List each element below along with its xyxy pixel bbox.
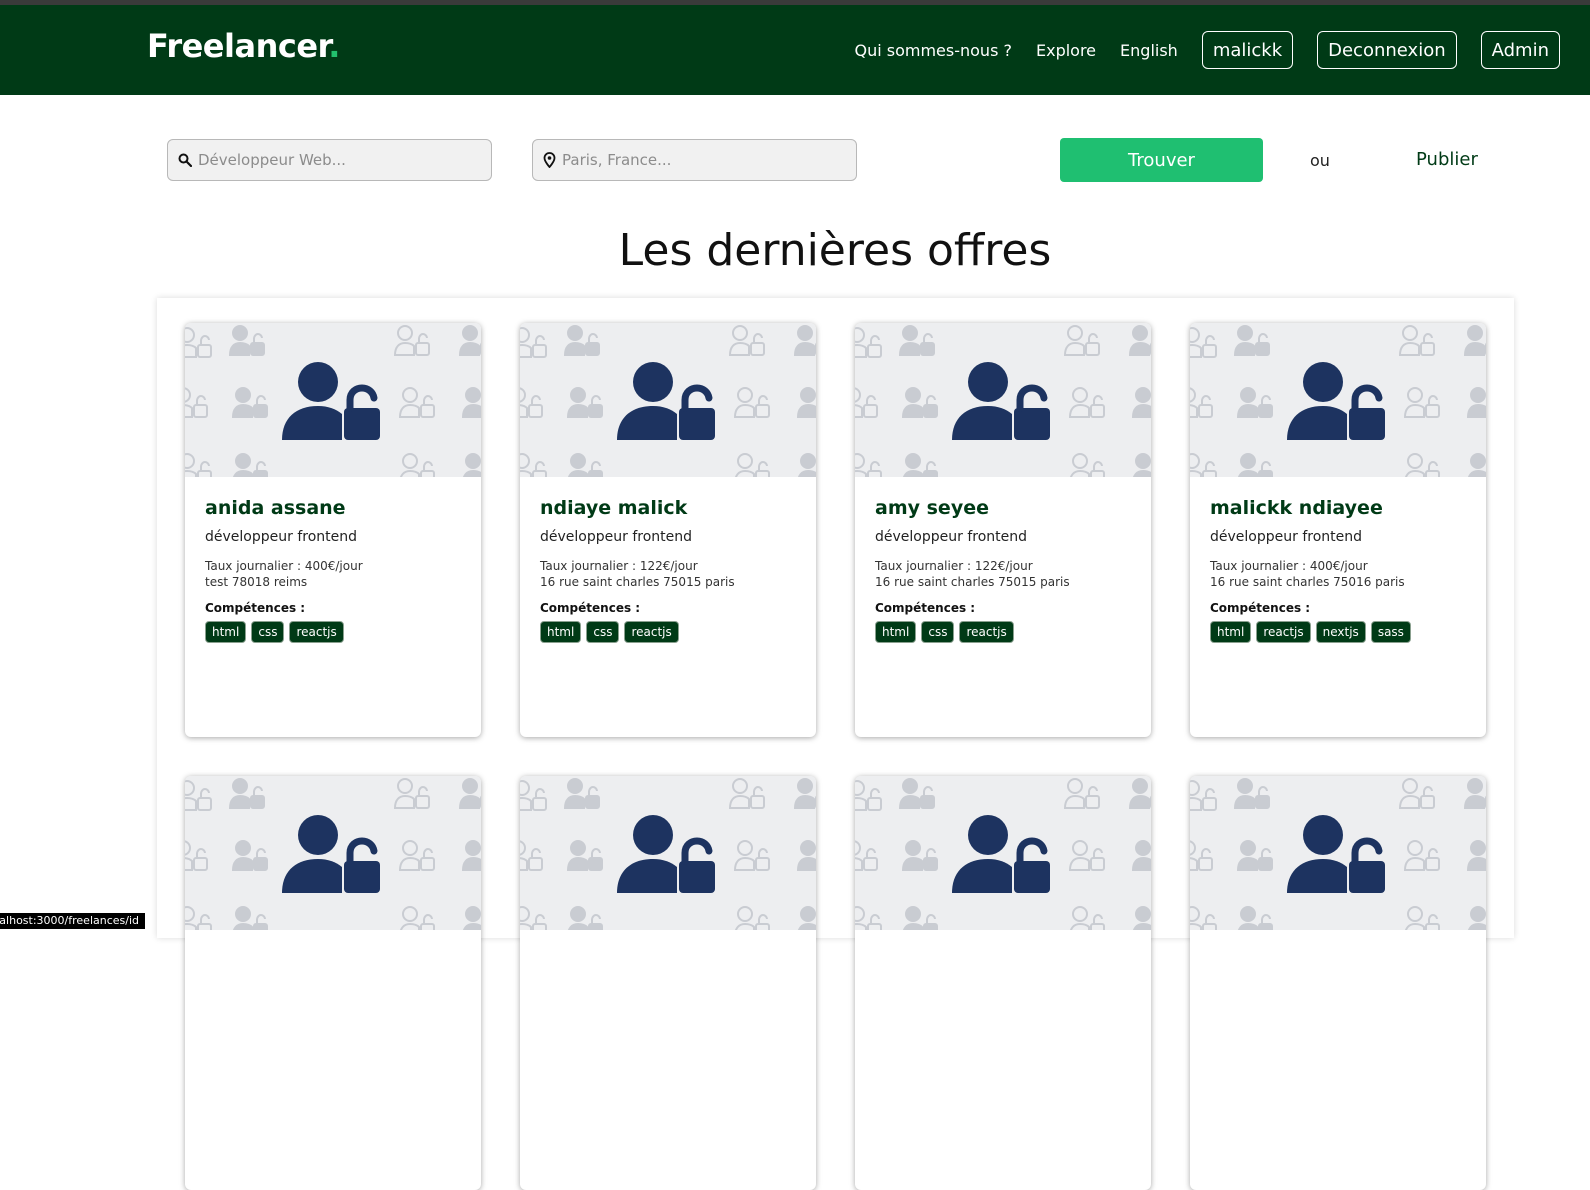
card-body: anida assane développeur frontend Taux j… — [185, 477, 481, 663]
card-body — [520, 930, 816, 984]
skill-tag: html — [1210, 621, 1251, 643]
card-image — [855, 776, 1151, 930]
nav-language-link[interactable]: English — [1120, 41, 1178, 60]
user-unlock-icon — [952, 813, 1052, 895]
user-button[interactable]: malickk — [1202, 31, 1293, 69]
publish-link[interactable]: Publier — [1416, 149, 1478, 170]
freelancer-card[interactable] — [1190, 776, 1486, 1190]
card-body: malickk ndiayee développeur frontend Tau… — [1190, 477, 1486, 663]
main-nav: Qui sommes-nous ? Explore English malick… — [830, 31, 1560, 69]
skill-tag: css — [586, 621, 619, 643]
daily-rate: Taux journalier : 400€/jour — [205, 559, 461, 573]
card-body: amy seyee développeur frontend Taux jour… — [855, 477, 1151, 663]
skill-tag: reactjs — [289, 621, 343, 643]
card-image — [185, 323, 481, 477]
card-image — [520, 323, 816, 477]
address: 16 rue saint charles 75015 paris — [540, 575, 796, 589]
address: 16 rue saint charles 75016 paris — [1210, 575, 1466, 589]
card-body: ndiaye malick développeur frontend Taux … — [520, 477, 816, 663]
job-search-input[interactable] — [198, 151, 478, 169]
user-unlock-icon — [1287, 813, 1387, 895]
card-body — [185, 930, 481, 984]
freelancer-card[interactable] — [855, 776, 1151, 1190]
admin-button[interactable]: Admin — [1481, 31, 1560, 69]
address: 16 rue saint charles 75015 paris — [875, 575, 1131, 589]
user-unlock-icon — [282, 813, 382, 895]
user-unlock-icon — [617, 813, 717, 895]
freelancer-role: développeur frontend — [205, 529, 461, 545]
user-unlock-icon — [282, 360, 382, 442]
skills-tags: htmlcssreactjs — [875, 621, 1131, 643]
freelancer-card[interactable] — [185, 776, 481, 1190]
logout-button[interactable]: Deconnexion — [1317, 31, 1457, 69]
page-title: Les dernières offres — [80, 225, 1590, 276]
location-pin-icon — [543, 152, 556, 168]
card-image — [1190, 323, 1486, 477]
freelancer-role: développeur frontend — [540, 529, 796, 545]
search-icon — [178, 153, 192, 167]
skill-tag: reactjs — [959, 621, 1013, 643]
skills-tags: htmlcssreactjs — [540, 621, 796, 643]
user-unlock-icon — [952, 360, 1052, 442]
card-image — [185, 776, 481, 930]
skills-label: Compétences : — [1210, 601, 1466, 615]
offers-grid: anida assane développeur frontend Taux j… — [185, 323, 1486, 1190]
skill-tag: reactjs — [624, 621, 678, 643]
freelancer-name: malickk ndiayee — [1210, 497, 1466, 519]
card-image — [520, 776, 816, 930]
top-navbar: Freelancer. Qui sommes-nous ? Explore En… — [0, 5, 1590, 95]
skill-tag: reactjs — [1256, 621, 1310, 643]
location-search-input[interactable] — [562, 151, 842, 169]
skills-tags: htmlreactjs nextjssass — [1210, 621, 1466, 643]
card-image — [1190, 776, 1486, 930]
nav-explore-link[interactable]: Explore — [1036, 41, 1096, 60]
card-body — [855, 930, 1151, 984]
card-body — [1190, 930, 1486, 984]
skills-label: Compétences : — [205, 601, 461, 615]
offers-panel: anida assane développeur frontend Taux j… — [157, 298, 1514, 938]
browser-status-bar: localhost:3000/freelances/id — [0, 913, 145, 929]
skill-tag: html — [205, 621, 246, 643]
logo[interactable]: Freelancer. — [147, 27, 340, 65]
skill-tag: nextjs — [1316, 621, 1366, 643]
freelancer-name: anida assane — [205, 497, 461, 519]
skill-tag: sass — [1371, 621, 1411, 643]
freelancer-card[interactable]: ndiaye malick développeur frontend Taux … — [520, 323, 816, 737]
freelancer-card[interactable]: amy seyee développeur frontend Taux jour… — [855, 323, 1151, 737]
daily-rate: Taux journalier : 400€/jour — [1210, 559, 1466, 573]
skills-label: Compétences : — [875, 601, 1131, 615]
daily-rate: Taux journalier : 122€/jour — [540, 559, 796, 573]
freelancer-card[interactable] — [520, 776, 816, 1190]
address: test 78018 reims — [205, 575, 461, 589]
freelancer-name: ndiaye malick — [540, 497, 796, 519]
freelancer-card[interactable]: malickk ndiayee développeur frontend Tau… — [1190, 323, 1486, 737]
or-label: ou — [1310, 151, 1330, 170]
freelancer-name: amy seyee — [875, 497, 1131, 519]
freelancer-role: développeur frontend — [1210, 529, 1466, 545]
job-search-field[interactable] — [167, 139, 492, 181]
skills-label: Compétences : — [540, 601, 796, 615]
card-image — [855, 323, 1151, 477]
location-search-field[interactable] — [532, 139, 857, 181]
search-bar: Trouver ou Publier — [0, 95, 1590, 225]
daily-rate: Taux journalier : 122€/jour — [875, 559, 1131, 573]
user-unlock-icon — [617, 360, 717, 442]
freelancer-card[interactable]: anida assane développeur frontend Taux j… — [185, 323, 481, 737]
skill-tag: html — [540, 621, 581, 643]
skill-tag: css — [251, 621, 284, 643]
skill-tag: html — [875, 621, 916, 643]
skill-tag: css — [921, 621, 954, 643]
skills-tags: htmlcssreactjs — [205, 621, 461, 643]
user-unlock-icon — [1287, 360, 1387, 442]
nav-about-link[interactable]: Qui sommes-nous ? — [854, 41, 1012, 60]
find-button[interactable]: Trouver — [1060, 138, 1263, 182]
freelancer-role: développeur frontend — [875, 529, 1131, 545]
